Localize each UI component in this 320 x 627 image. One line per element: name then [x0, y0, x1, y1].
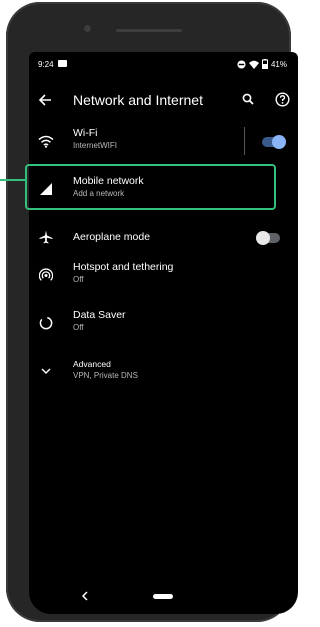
system-icons: 41%: [237, 59, 287, 69]
data-saver-label: Data Saver: [73, 309, 126, 321]
help-icon[interactable]: [275, 92, 290, 107]
wifi-icon: [37, 132, 55, 150]
hotspot-icon: [37, 266, 55, 284]
earpiece-speaker: [116, 29, 182, 32]
hotspot-subtitle: Off: [73, 275, 84, 284]
wifi-label: Wi-Fi: [73, 127, 98, 139]
wifi-toggle-knob: [272, 135, 286, 149]
data-saver-icon: [37, 314, 55, 332]
page-title: Network and Internet: [73, 92, 203, 108]
screen: 9:24 41% Network and Internet Wi-Fi Inte…: [29, 52, 298, 614]
search-icon[interactable]: [242, 93, 254, 105]
advanced-item[interactable]: Advanced VPN, Private DNS: [29, 350, 298, 394]
wifi-toggle[interactable]: [262, 135, 286, 149]
hotspot-item[interactable]: Hotspot and tethering Off: [29, 254, 298, 298]
front-camera: [84, 25, 91, 32]
highlight-pointer: [0, 179, 27, 181]
status-bar: 9:24 41%: [29, 52, 298, 74]
wifi-status-icon: [248, 60, 259, 69]
advanced-subtitle: VPN, Private DNS: [73, 371, 138, 380]
wifi-subtitle: InternetWIFI: [73, 141, 118, 150]
battery-icon: [261, 59, 268, 69]
notification-icon: [58, 60, 67, 67]
aeroplane-mode-toggle[interactable]: [256, 231, 280, 245]
back-arrow-icon[interactable]: [39, 94, 52, 106]
battery-level: 41%: [270, 59, 287, 69]
data-saver-item[interactable]: Data Saver Off: [29, 302, 298, 346]
dnd-icon: [237, 59, 246, 69]
data-saver-subtitle: Off: [73, 323, 84, 332]
phone-frame: 9:24 41% Network and Internet Wi-Fi Inte…: [6, 2, 298, 622]
airplane-icon: [37, 228, 55, 246]
aeroplane-mode-label: Aeroplane mode: [73, 231, 151, 243]
nav-back-icon[interactable]: [81, 591, 88, 601]
aeroplane-toggle-knob: [256, 231, 270, 245]
app-bar: Network and Internet: [29, 86, 298, 116]
nav-home-pill[interactable]: [153, 594, 173, 599]
wifi-item[interactable]: Wi-Fi InternetWIFI: [29, 120, 298, 164]
chevron-down-icon: [37, 362, 55, 380]
wifi-divider: [244, 127, 245, 155]
advanced-label: Advanced: [73, 359, 111, 369]
status-time: 9:24: [38, 60, 54, 69]
hotspot-label: Hotspot and tethering: [73, 261, 174, 273]
navigation-bar: [29, 578, 298, 614]
mobile-network-highlight: [25, 164, 276, 210]
